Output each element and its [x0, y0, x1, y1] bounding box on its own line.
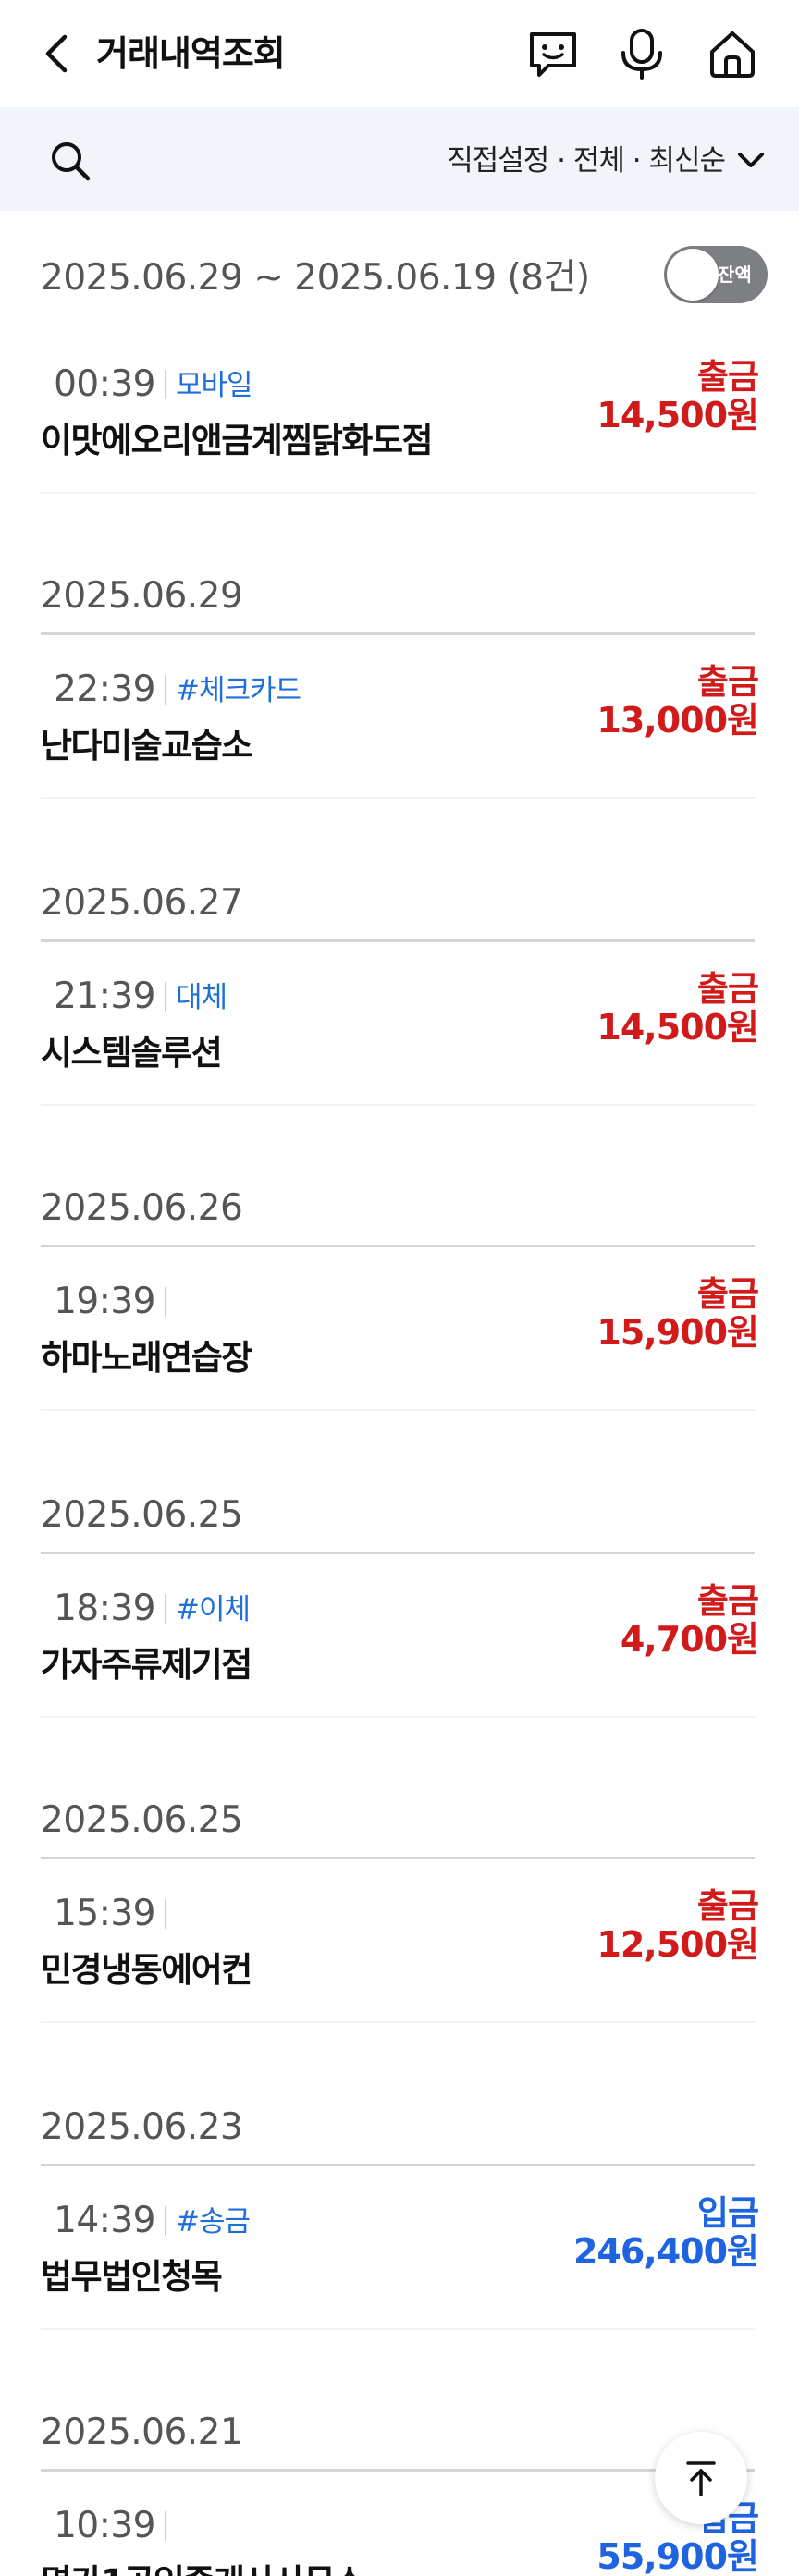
- transaction-row[interactable]: 15:39 민경냉동에어컨 출금 12,500원: [0, 1883, 799, 2034]
- transaction-type: 입금: [696, 2193, 759, 2233]
- transaction-time: 21:39: [54, 975, 155, 1017]
- time-separator: [165, 370, 166, 399]
- date-divider: [41, 2164, 755, 2166]
- row-divider: [41, 797, 755, 799]
- transaction-amount: 12,500원: [596, 1924, 759, 1965]
- row-divider: [41, 2021, 755, 2023]
- time-separator: [165, 2511, 166, 2541]
- transaction-amount: 246,400원: [572, 2231, 759, 2272]
- transaction-row[interactable]: 18:39 #이체 가자주류제기점 출금 4,700원: [0, 1577, 799, 1729]
- transaction-time: 10:39: [54, 2505, 155, 2546]
- transaction-type: 출금: [696, 662, 759, 702]
- transaction-amount: 14,500원: [596, 1007, 759, 1048]
- transaction-merchant: 하마노래연습장: [41, 1338, 252, 1378]
- transaction-row[interactable]: 14:39 #송금 법무법인청목 입금 246,400원: [0, 2190, 799, 2341]
- time-separator: [165, 1594, 166, 1624]
- app-header: 거래내역조회: [0, 0, 799, 107]
- back-button[interactable]: [33, 28, 80, 80]
- time-separator: [165, 675, 166, 705]
- transaction-row[interactable]: 19:39 하마노래연습장 출금 15,900원: [0, 1270, 799, 1422]
- transaction-row[interactable]: 21:39 대체 시스템솔루션 출금 14,500원: [0, 965, 799, 1117]
- date-heading: 2025.06.25: [41, 1799, 243, 1841]
- date-range-summary: 2025.06.29 ~ 2025.06.19 (8건): [41, 257, 590, 299]
- chat-bot-icon: [530, 32, 576, 77]
- toggle-knob: [667, 249, 719, 301]
- transaction-time: 18:39: [54, 1588, 155, 1629]
- row-divider: [41, 2328, 755, 2330]
- transaction-amount: 13,000원: [596, 700, 759, 741]
- date-divider: [41, 1857, 755, 1859]
- chevron-left-icon: [45, 34, 68, 73]
- transaction-tag: #체크카드: [176, 674, 301, 707]
- transaction-tag: #송금: [176, 2205, 251, 2239]
- date-heading: 2025.06.23: [41, 2106, 243, 2148]
- filter-bar: 직접설정 · 전체 · 최신순: [0, 107, 799, 211]
- date-heading: 2025.06.29: [41, 575, 243, 617]
- row-divider: [41, 1716, 755, 1718]
- transaction-amount: 15,900원: [596, 1312, 759, 1353]
- transaction-tag: 모바일: [176, 369, 253, 402]
- transaction-type: 출금: [696, 1274, 759, 1314]
- voice-search-button[interactable]: [614, 26, 670, 81]
- transaction-row[interactable]: 22:39 #체크카드 난다미술교습소 출금 13,000원: [0, 658, 799, 810]
- transaction-tag: #이체: [176, 1593, 251, 1626]
- transaction-type: 출금: [696, 357, 759, 397]
- date-heading: 2025.06.27: [41, 882, 243, 924]
- transaction-type: 출금: [696, 969, 759, 1009]
- transaction-row[interactable]: 00:39 모바일 이맛에오리앤금계찜닭화도점 출금 14,500원: [0, 353, 799, 505]
- time-separator: [165, 1287, 166, 1317]
- date-divider: [41, 1552, 755, 1554]
- transaction-time: 00:39: [54, 363, 155, 405]
- time-separator: [165, 2206, 166, 2236]
- transaction-time: 15:39: [54, 1893, 155, 1934]
- transaction-tag: 대체: [176, 981, 227, 1014]
- date-heading: 2025.06.21: [41, 2411, 243, 2453]
- home-icon: [710, 31, 755, 78]
- filter-summary[interactable]: 직접설정 · 전체 · 최신순: [447, 141, 726, 181]
- date-heading: 2025.06.25: [41, 1494, 243, 1536]
- transaction-time: 14:39: [54, 2200, 155, 2241]
- date-divider: [41, 1245, 755, 1247]
- row-divider: [41, 1409, 755, 1411]
- transaction-merchant: 난다미술교습소: [41, 726, 252, 766]
- transaction-merchant: 시스템솔루션: [41, 1033, 223, 1073]
- transaction-merchant: 가자주류제기점: [41, 1645, 252, 1685]
- transaction-merchant: 법무법인청목: [41, 2257, 223, 2297]
- transaction-time: 19:39: [54, 1281, 155, 1322]
- chevron-down-icon: [738, 153, 764, 167]
- transaction-amount: 14,500원: [596, 395, 759, 435]
- balance-toggle-label: 잔액: [718, 264, 752, 286]
- time-separator: [165, 1899, 166, 1929]
- scroll-to-top-button[interactable]: [655, 2432, 747, 2524]
- transaction-type: 출금: [696, 1886, 759, 1926]
- arrow-up-icon: [686, 2461, 716, 2496]
- balance-toggle[interactable]: 잔액: [664, 246, 768, 303]
- microphone-icon: [621, 29, 662, 80]
- time-separator: [165, 982, 166, 1012]
- search-icon: [52, 142, 91, 181]
- date-heading: 2025.06.26: [41, 1187, 243, 1229]
- date-divider: [41, 2469, 755, 2472]
- row-divider: [41, 492, 755, 494]
- page-title: 거래내역조회: [96, 33, 286, 74]
- transaction-merchant: 이맛에오리앤금계찜닭화도점: [41, 421, 434, 460]
- date-divider: [41, 632, 755, 635]
- home-button[interactable]: [705, 26, 760, 81]
- date-divider: [41, 939, 755, 942]
- transaction-merchant: 민경냉동에어컨: [41, 1950, 252, 1990]
- filter-dropdown-button[interactable]: [732, 144, 769, 178]
- transaction-amount: 4,700원: [620, 1619, 759, 1660]
- transaction-type: 출금: [696, 1581, 759, 1621]
- transaction-merchant: 명가1공인중개사사무소: [41, 2559, 365, 2576]
- transaction-time: 22:39: [54, 669, 155, 710]
- chat-bot-button[interactable]: [525, 26, 581, 81]
- transaction-amount: 55,900원: [596, 2536, 759, 2576]
- row-divider: [41, 1104, 755, 1106]
- search-button[interactable]: [44, 135, 96, 187]
